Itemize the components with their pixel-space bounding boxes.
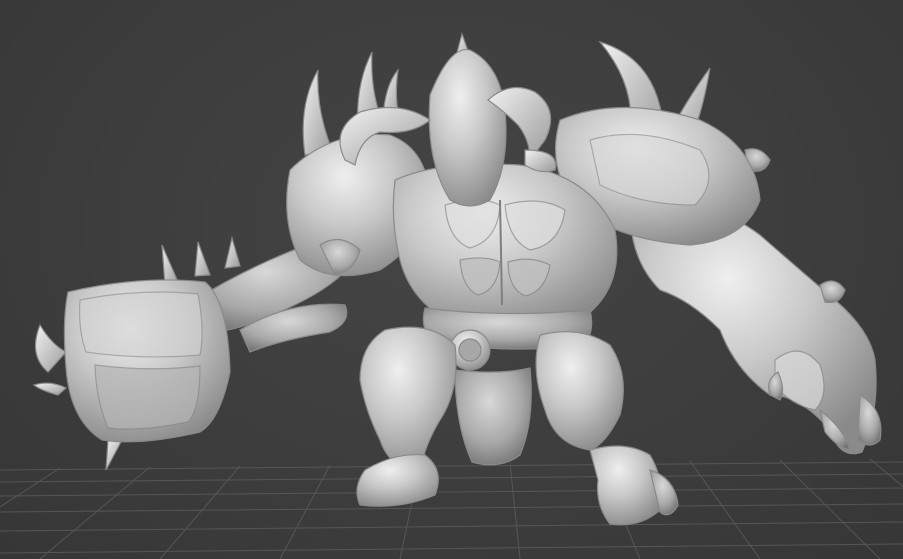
viewport-canvas[interactable] [0,0,903,559]
sculpt-model[interactable] [32,31,882,526]
3d-viewport[interactable] [0,0,903,559]
floor-grid [0,458,903,559]
